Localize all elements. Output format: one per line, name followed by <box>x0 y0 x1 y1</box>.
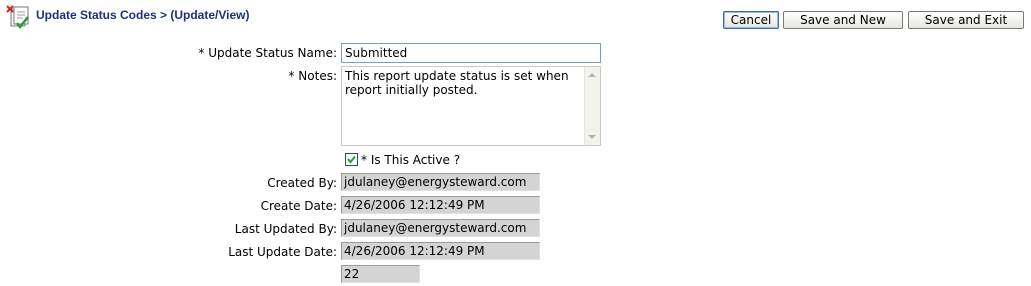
scroll-up-icon[interactable] <box>588 73 596 77</box>
save-and-exit-button[interactable]: Save and Exit <box>908 11 1024 29</box>
created-by-label: Created By: <box>267 176 337 190</box>
notes-text: This report update status is set when re… <box>345 69 569 97</box>
last-updated-by-label: Last Updated By: <box>234 222 337 236</box>
notes-scrollbar[interactable] <box>584 67 600 145</box>
save-and-new-button[interactable]: Save and New <box>783 11 903 29</box>
checkmark-icon <box>347 155 356 164</box>
last-updated-by-field: jdulaney@energysteward.com <box>341 219 540 237</box>
status-name-label: * Update Status Name: <box>198 46 337 60</box>
last-update-date-label: Last Update Date: <box>228 245 337 259</box>
cancel-button[interactable]: Cancel <box>723 11 779 29</box>
document-edit-icon <box>5 4 31 30</box>
created-by-field: jdulaney@energysteward.com <box>341 173 540 191</box>
status-name-input[interactable]: Submitted <box>341 43 601 63</box>
last-update-date-field: 4/26/2006 12:12:49 PM <box>341 242 540 260</box>
record-id-field: 22 <box>341 265 420 283</box>
create-date-field: 4/26/2006 12:12:49 PM <box>341 196 540 214</box>
is-active-checkbox[interactable] <box>345 153 358 166</box>
is-active-label: * Is This Active ? <box>361 153 461 167</box>
create-date-label: Create Date: <box>260 199 337 213</box>
notes-textarea[interactable]: This report update status is set when re… <box>341 66 601 146</box>
notes-label: * Notes: <box>288 69 337 83</box>
scroll-down-icon[interactable] <box>588 135 596 139</box>
page-title: Update Status Codes > (Update/View) <box>36 8 250 22</box>
